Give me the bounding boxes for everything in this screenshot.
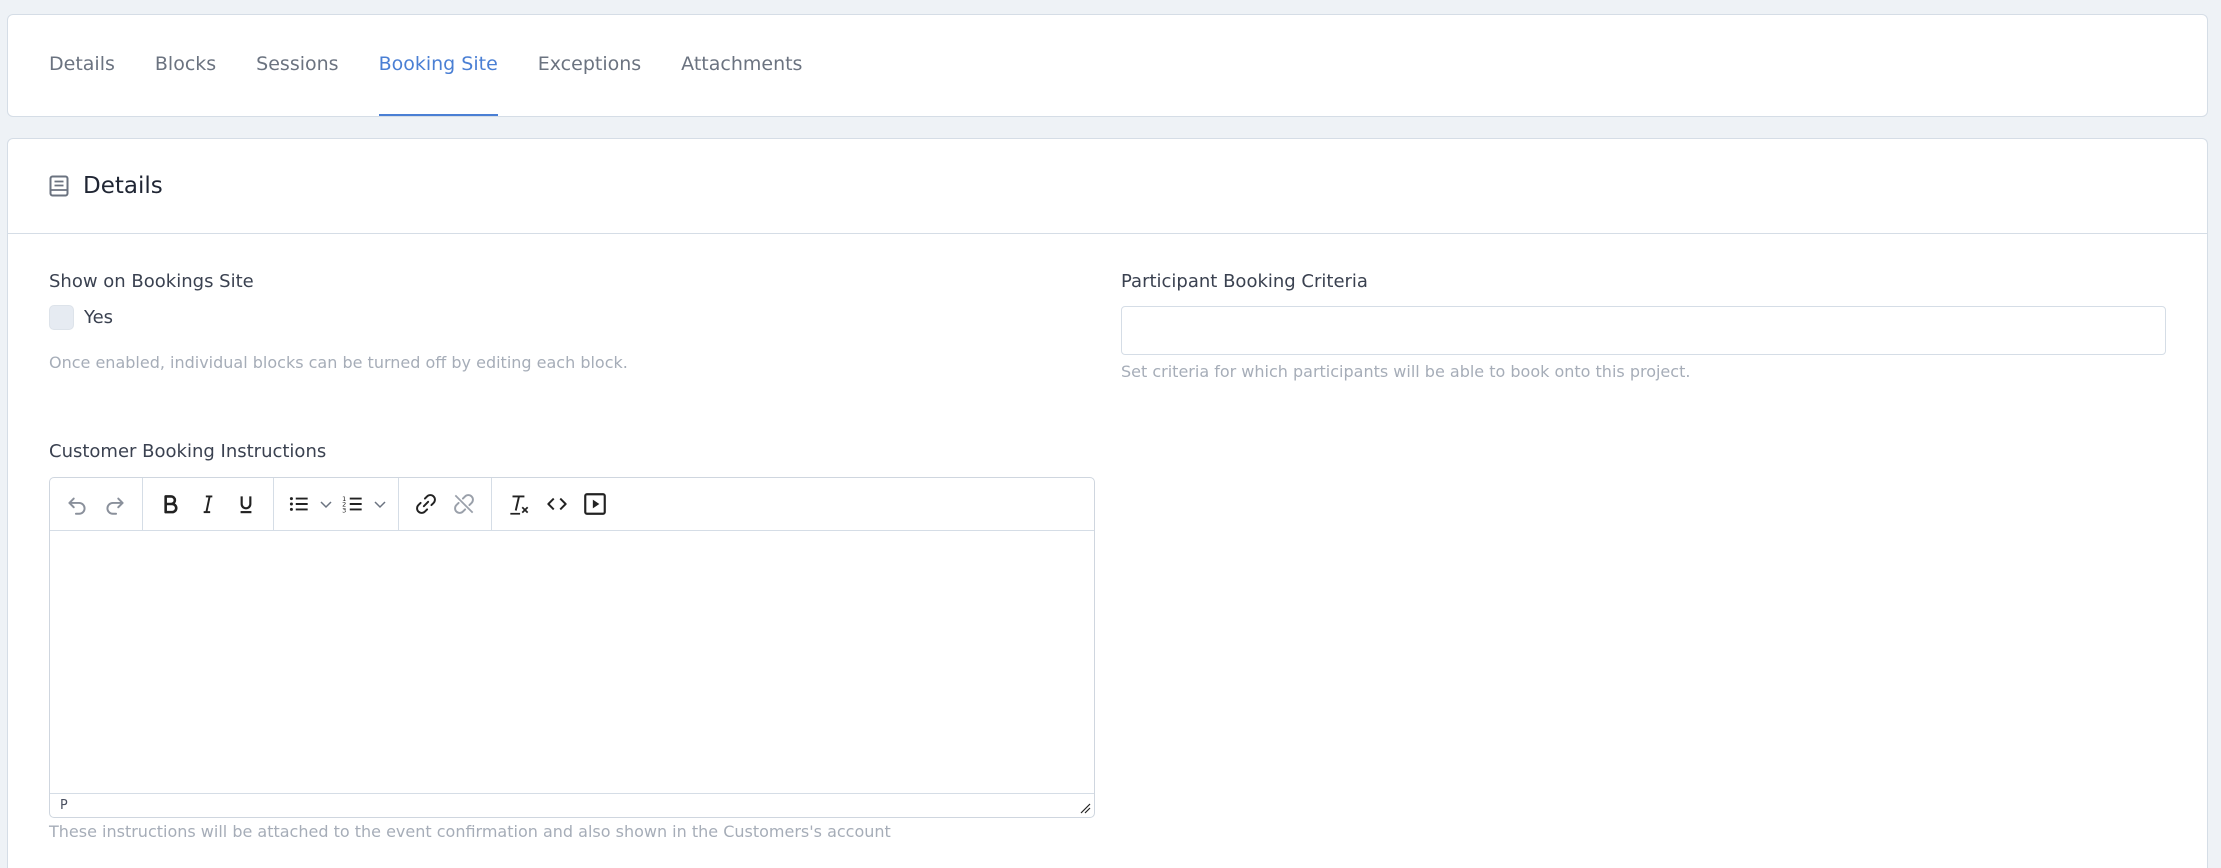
rich-text-editor: 123 P — [49, 477, 1095, 818]
document-icon — [49, 175, 69, 197]
criteria-label: Participant Booking Criteria — [1121, 271, 1368, 292]
tab-blocks[interactable]: Blocks — [155, 15, 216, 116]
link-icon[interactable] — [407, 485, 445, 523]
tab-booking-site[interactable]: Booking Site — [378, 15, 498, 116]
details-card: Details Show on Bookings Site Yes Once e… — [7, 138, 2208, 868]
tabs-card: Details Blocks Sessions Booking Site Exc… — [7, 14, 2208, 117]
checkbox-label[interactable]: Yes — [84, 307, 113, 328]
format-group — [143, 478, 274, 530]
criteria-help: Set criteria for which participants will… — [1121, 362, 1691, 381]
history-group — [50, 478, 143, 530]
tab-bar: Details Blocks Sessions Booking Site Exc… — [49, 15, 842, 116]
tab-label: Attachments — [681, 52, 803, 75]
editor-toolbar: 123 — [50, 478, 1094, 531]
unlink-icon[interactable] — [445, 485, 483, 523]
undo-icon[interactable] — [58, 485, 96, 523]
show-on-site-help: Once enabled, individual blocks can be t… — [49, 353, 628, 372]
criteria-input[interactable] — [1121, 306, 2166, 355]
editor-content-area[interactable] — [50, 531, 1094, 791]
bullet-list-icon[interactable] — [282, 485, 316, 523]
card-header: Details — [8, 139, 2207, 234]
section-title: Details — [83, 173, 163, 199]
chevron-down-icon[interactable] — [316, 485, 336, 523]
underline-icon[interactable] — [227, 485, 265, 523]
media-icon[interactable] — [576, 485, 614, 523]
editor-statusbar: P — [50, 793, 1094, 817]
element-path[interactable]: P — [60, 798, 68, 813]
tab-label: Details — [49, 52, 115, 75]
show-on-site-label: Show on Bookings Site — [49, 271, 254, 292]
chevron-down-icon[interactable] — [370, 485, 390, 523]
tab-label: Blocks — [154, 52, 217, 75]
tab-label: Booking Site — [378, 52, 498, 75]
tab-sessions[interactable]: Sessions — [256, 15, 338, 116]
resize-handle-icon[interactable] — [1079, 802, 1091, 814]
source-code-icon[interactable] — [538, 485, 576, 523]
tab-label: Sessions — [256, 52, 339, 75]
svg-text:3: 3 — [342, 507, 346, 515]
list-group: 123 — [274, 478, 399, 530]
redo-icon[interactable] — [96, 485, 134, 523]
tab-exceptions[interactable]: Exceptions — [538, 15, 641, 116]
numbered-list-icon[interactable]: 123 — [336, 485, 370, 523]
instructions-help: These instructions will be attached to t… — [49, 822, 891, 841]
tab-details[interactable]: Details — [49, 15, 115, 116]
show-on-site-checkbox[interactable] — [49, 305, 74, 330]
italic-icon[interactable] — [189, 485, 227, 523]
link-group — [399, 478, 492, 530]
clear-formatting-icon[interactable] — [500, 485, 538, 523]
tab-label: Exceptions — [537, 52, 642, 75]
show-on-site-row: Yes — [49, 305, 113, 330]
tab-attachments[interactable]: Attachments — [681, 15, 802, 116]
misc-group — [492, 478, 622, 530]
instructions-label: Customer Booking Instructions — [49, 441, 327, 462]
bold-icon[interactable] — [151, 485, 189, 523]
